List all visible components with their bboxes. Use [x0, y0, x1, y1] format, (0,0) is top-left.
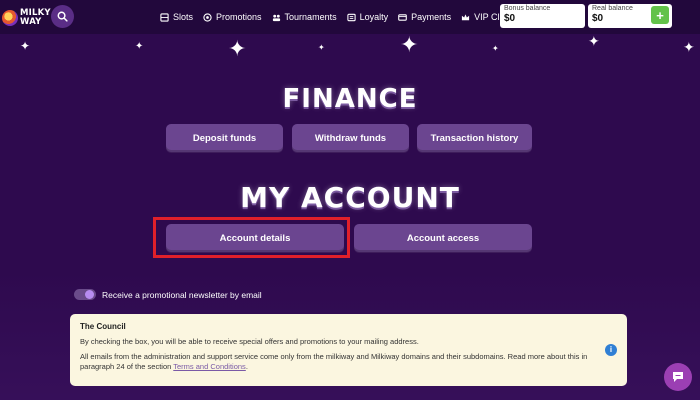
top-bar: MILKY WAY Slots Promotions Tournaments L…: [0, 0, 700, 34]
nav-item-loyalty[interactable]: Loyalty: [346, 12, 389, 22]
chat-button[interactable]: [664, 363, 692, 391]
finance-heading: FINANCE: [282, 84, 418, 114]
star-decoration: ✦: [400, 32, 419, 57]
chat-icon: [673, 372, 683, 382]
nav-label: Loyalty: [359, 12, 389, 22]
vip-icon: [462, 13, 470, 20]
deposit-funds-button[interactable]: Deposit funds: [166, 124, 283, 152]
nav-item-slots[interactable]: Slots: [160, 12, 193, 22]
promotions-icon: [203, 12, 212, 22]
my-account-heading: MY ACCOUNT: [240, 181, 460, 214]
nav-label: Tournaments: [284, 12, 337, 22]
bonus-balance-value: $0: [504, 13, 516, 24]
loyalty-icon: [346, 13, 356, 21]
star-decoration: ✦: [20, 39, 31, 53]
transaction-history-button[interactable]: Transaction history: [417, 124, 532, 152]
star-decoration: ✦: [228, 36, 247, 61]
toggle-knob: [85, 290, 94, 299]
nav-label: Promotions: [216, 12, 262, 22]
nav-label: Slots: [173, 12, 194, 22]
search-icon: [57, 11, 68, 22]
add-funds-button[interactable]: +: [651, 6, 669, 24]
main-nav: Slots Promotions Tournaments Loyalty Pay…: [160, 0, 510, 34]
notice-panel: The Council By checking the box, you wil…: [70, 314, 627, 386]
star-decoration: ✦: [135, 41, 144, 52]
info-icon[interactable]: i: [605, 344, 617, 356]
logo-icon: [2, 10, 18, 26]
star-decoration: ✦: [683, 39, 695, 55]
notice-paragraph-2-end: .: [245, 362, 248, 371]
bonus-balance-label: Bonus balance: [504, 5, 551, 12]
terms-link[interactable]: Terms and Conditions: [173, 362, 246, 371]
nav-label: Payments: [411, 12, 452, 22]
bonus-balance-box: Bonus balance $0: [500, 4, 585, 28]
star-decoration: ✦: [318, 43, 325, 52]
newsletter-label: Receive a promotional newsletter by emai…: [102, 289, 262, 300]
tournaments-icon: [272, 14, 280, 21]
payments-icon: [398, 13, 407, 21]
highlight-box: [153, 217, 350, 258]
notice-paragraph-1: By checking the box, you will be able to…: [80, 337, 419, 346]
newsletter-toggle[interactable]: [74, 289, 96, 300]
logo-line2: WAY: [20, 17, 42, 27]
real-balance-box: Real balance $0 +: [588, 4, 672, 28]
notice-paragraph-2: All emails from the administration and s…: [80, 352, 600, 372]
logo-text: MILKY WAY: [20, 9, 51, 27]
nav-item-tournaments[interactable]: Tournaments: [272, 12, 337, 22]
star-decoration: ✦: [492, 44, 499, 53]
withdraw-funds-button[interactable]: Withdraw funds: [292, 124, 409, 152]
search-button[interactable]: [51, 5, 74, 28]
milky-way-logo[interactable]: MILKY WAY: [2, 5, 51, 31]
notice-paragraph-2-text: All emails from the administration and s…: [80, 352, 588, 371]
nav-item-payments[interactable]: Payments: [398, 12, 451, 22]
account-access-button[interactable]: Account access: [354, 224, 532, 252]
slots-icon: [160, 12, 169, 22]
nav-item-promotions[interactable]: Promotions: [203, 12, 262, 22]
star-decoration: ✦: [588, 33, 600, 49]
newsletter-toggle-row: Receive a promotional newsletter by emai…: [74, 289, 262, 300]
notice-title: The Council: [80, 322, 126, 331]
